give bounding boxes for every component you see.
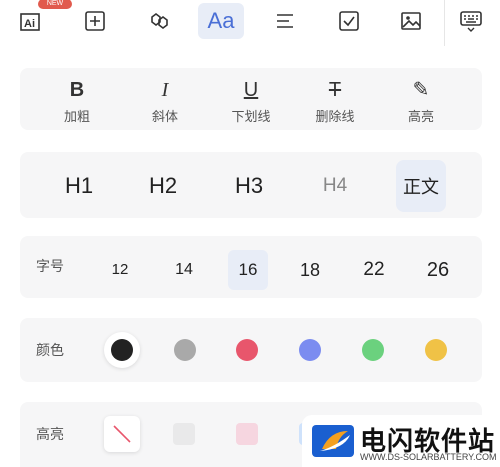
italic-label: 斜体 bbox=[151, 109, 178, 124]
text-color-label: 颜色 bbox=[36, 342, 64, 358]
font-size-12[interactable]: 12 bbox=[100, 250, 140, 290]
highlight-swatch-pink[interactable] bbox=[236, 423, 258, 445]
heading-body-text[interactable]: 正文 bbox=[396, 160, 446, 212]
font-size-card: 字号 12 14 16 18 22 26 bbox=[20, 236, 482, 298]
strikethrough-icon: T bbox=[328, 79, 342, 101]
bold-button[interactable]: B 加粗 bbox=[42, 68, 112, 128]
image-icon bbox=[401, 12, 421, 30]
link-button[interactable] bbox=[136, 3, 182, 39]
font-size-26[interactable]: 26 bbox=[418, 250, 458, 290]
bold-icon: B bbox=[69, 79, 85, 101]
toolbar-divider bbox=[444, 0, 445, 46]
font-size-16[interactable]: 16 bbox=[228, 250, 268, 290]
todo-button[interactable] bbox=[326, 3, 372, 39]
heading-h4[interactable]: H4 bbox=[310, 160, 360, 212]
highlight-label: 高亮 bbox=[407, 109, 434, 124]
keyboard-toggle-button[interactable] bbox=[448, 3, 494, 39]
font-size-22[interactable]: 22 bbox=[354, 250, 394, 290]
heading-h2[interactable]: H2 bbox=[138, 160, 188, 212]
insert-block-button[interactable] bbox=[72, 3, 118, 39]
strikethrough-label: 删除线 bbox=[315, 109, 355, 124]
plus-box-icon bbox=[85, 11, 105, 31]
svg-text:Ai: Ai bbox=[24, 18, 35, 30]
color-swatch-green[interactable] bbox=[362, 339, 384, 361]
italic-icon: I bbox=[161, 79, 169, 101]
underline-label: 下划线 bbox=[231, 109, 271, 124]
text-style-button[interactable]: Aa bbox=[198, 3, 244, 39]
ai-text-icon: Ai bbox=[20, 13, 40, 31]
new-badge: NEW bbox=[38, 0, 72, 9]
text-style-card: B 加粗 I 斜体 U 下划线 T 删除线 ✎ 高亮 bbox=[20, 68, 482, 130]
highlight-swatch-gray[interactable] bbox=[173, 423, 195, 445]
editor-toolbar: Ai NEW Aa bbox=[0, 0, 500, 46]
align-icon bbox=[277, 14, 293, 28]
bold-label: 加粗 bbox=[63, 109, 90, 124]
font-size-label: 字号 bbox=[36, 258, 64, 274]
color-swatch-black[interactable] bbox=[111, 339, 133, 361]
checkbox-icon bbox=[339, 11, 359, 31]
highlight-button[interactable]: ✎ 高亮 bbox=[386, 68, 456, 128]
text-color-card: 颜色 bbox=[20, 318, 482, 382]
color-swatch-blue[interactable] bbox=[299, 339, 321, 361]
heading-h3[interactable]: H3 bbox=[224, 160, 274, 212]
keyboard-icon bbox=[460, 11, 482, 32]
color-swatch-gray[interactable] bbox=[174, 339, 196, 361]
underline-icon: U bbox=[243, 79, 259, 101]
highlight-none-button[interactable] bbox=[104, 416, 140, 452]
site-watermark: 电闪软件站 WWW.DS-SOLARBATTERY.COM bbox=[302, 415, 500, 467]
highlight-color-label: 高亮 bbox=[36, 426, 64, 442]
color-swatch-yellow[interactable] bbox=[425, 339, 447, 361]
underline-button[interactable]: U 下划线 bbox=[216, 68, 286, 128]
heading-card: H1 H2 H3 H4 正文 bbox=[20, 152, 482, 218]
no-highlight-icon bbox=[113, 425, 131, 443]
align-button[interactable] bbox=[262, 3, 308, 39]
ai-text-button[interactable]: Ai NEW bbox=[8, 0, 72, 39]
color-swatch-red[interactable] bbox=[236, 339, 258, 361]
link-icon bbox=[151, 13, 168, 29]
font-size-14[interactable]: 14 bbox=[164, 250, 204, 290]
watermark-subtitle: WWW.DS-SOLARBATTERY.COM bbox=[360, 452, 497, 462]
strikethrough-button[interactable]: T 删除线 bbox=[300, 68, 370, 128]
italic-button[interactable]: I 斜体 bbox=[130, 68, 200, 128]
image-button[interactable] bbox=[388, 3, 434, 39]
heading-h1[interactable]: H1 bbox=[54, 160, 104, 212]
watermark-logo-icon bbox=[312, 425, 354, 457]
highlighter-icon: ✎ bbox=[412, 79, 430, 101]
text-style-icon: Aa bbox=[207, 8, 235, 33]
font-size-18[interactable]: 18 bbox=[290, 250, 330, 290]
